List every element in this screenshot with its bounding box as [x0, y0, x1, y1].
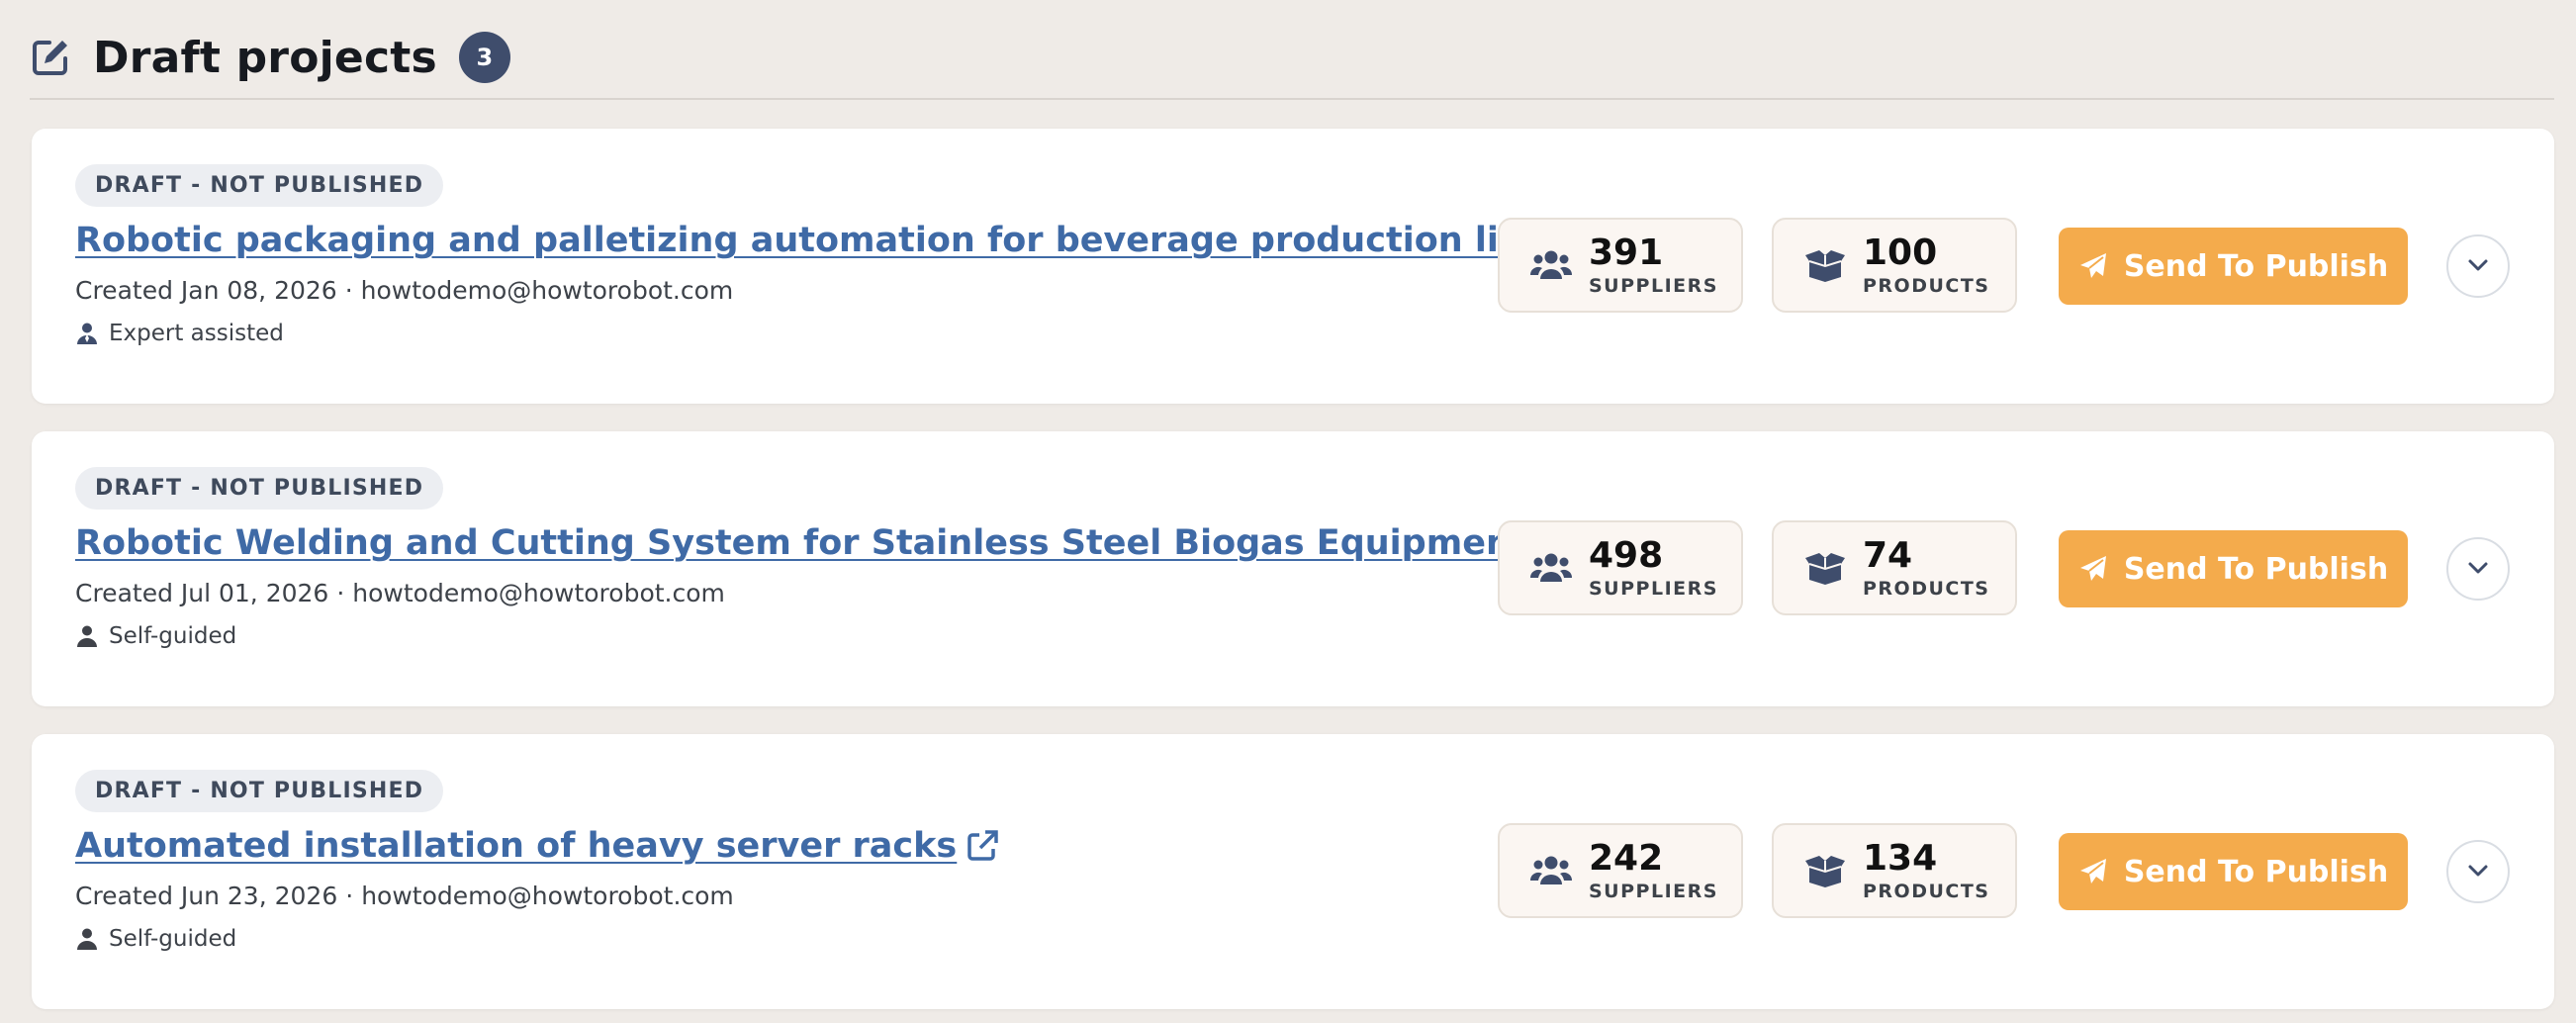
project-info: DRAFT - NOT PUBLISHED Automated installa…: [75, 770, 1500, 952]
project-info: DRAFT - NOT PUBLISHED Robotic Welding an…: [75, 467, 1569, 649]
project-card: DRAFT - NOT PUBLISHED Robotic packaging …: [32, 129, 2554, 404]
products-count: 134: [1863, 837, 1938, 879]
user-icon: [75, 927, 99, 951]
project-meta: Created Jun 23, 2026 · howtodemo@howtorobo…: [75, 882, 734, 910]
products-label: PRODUCTS: [1863, 577, 1990, 600]
guidance-mode: Self-guided: [75, 623, 1500, 649]
send-to-publish-label: Send To Publish: [2123, 551, 2389, 587]
project-title-link[interactable]: Robotic packaging and palletizing automa…: [75, 221, 1547, 260]
suppliers-count: 498: [1589, 534, 1664, 576]
box-icon: [1803, 851, 1847, 890]
expand-button[interactable]: [2446, 234, 2510, 298]
products-stat[interactable]: 134 PRODUCTS: [1772, 823, 2017, 918]
paper-plane-icon: [2078, 251, 2108, 281]
products-stat[interactable]: 74 PRODUCTS: [1772, 520, 2017, 615]
project-meta: Created Jan 08, 2026 · howtodemo@howtorobo…: [75, 276, 734, 305]
products-count: 100: [1863, 232, 1938, 273]
suppliers-stat[interactable]: 242 SUPPLIERS: [1498, 823, 1743, 918]
external-link-icon[interactable]: [965, 828, 1000, 864]
send-to-publish-label: Send To Publish: [2123, 854, 2389, 889]
project-title-row: Robotic Welding and Cutting System for S…: [75, 523, 1569, 563]
guidance-label: Expert assisted: [109, 321, 284, 346]
user-icon: [75, 624, 99, 648]
guidance-label: Self-guided: [109, 623, 237, 649]
suppliers-label: SUPPLIERS: [1589, 274, 1718, 297]
project-info: DRAFT - NOT PUBLISHED Robotic packaging …: [75, 164, 1589, 346]
products-label: PRODUCTS: [1863, 880, 1990, 902]
header-divider: [30, 98, 2554, 100]
created-date: Created Jan 08, 2026: [75, 276, 337, 305]
created-date: Created Jun 23, 2026: [75, 882, 338, 910]
suppliers-count: 391: [1589, 232, 1664, 273]
project-count-badge: 3: [458, 32, 510, 83]
project-title-link[interactable]: Automated installation of heavy server r…: [75, 826, 957, 866]
owner-email: howtodemo@howtorobot.com: [352, 579, 725, 607]
draft-projects-page: Draft projects 3 DRAFT - NOT PUBLISHED R…: [0, 0, 2576, 1023]
suppliers-label: SUPPLIERS: [1589, 880, 1718, 902]
users-icon: [1529, 548, 1573, 588]
status-badge: DRAFT - NOT PUBLISHED: [75, 164, 444, 207]
project-title-link[interactable]: Robotic Welding and Cutting System for S…: [75, 523, 1527, 563]
project-meta: Created Jul 01, 2026 · howtodemo@howtorobo…: [75, 579, 725, 607]
chevron-down-icon: [2467, 257, 2489, 276]
guidance-label: Self-guided: [109, 926, 237, 952]
send-to-publish-button[interactable]: Send To Publish: [2059, 833, 2408, 910]
status-badge: DRAFT - NOT PUBLISHED: [75, 467, 444, 510]
suppliers-count: 242: [1589, 837, 1664, 879]
send-to-publish-button[interactable]: Send To Publish: [2059, 530, 2408, 607]
paper-plane-icon: [2078, 857, 2108, 886]
send-to-publish-button[interactable]: Send To Publish: [2059, 228, 2408, 305]
project-card: DRAFT - NOT PUBLISHED Automated installa…: [32, 734, 2554, 1009]
suppliers-label: SUPPLIERS: [1589, 577, 1718, 600]
guidance-mode: Self-guided: [75, 926, 1500, 952]
users-icon: [1529, 851, 1573, 890]
status-badge: DRAFT - NOT PUBLISHED: [75, 770, 444, 812]
expand-button[interactable]: [2446, 840, 2510, 903]
chevron-down-icon: [2467, 560, 2489, 579]
send-to-publish-label: Send To Publish: [2123, 248, 2389, 284]
page-title: Draft projects: [93, 32, 437, 83]
suppliers-stat[interactable]: 498 SUPPLIERS: [1498, 520, 1743, 615]
project-card: DRAFT - NOT PUBLISHED Robotic Welding an…: [32, 431, 2554, 706]
chevron-down-icon: [2467, 863, 2489, 882]
project-title-row: Automated installation of heavy server r…: [75, 826, 1500, 866]
products-stat[interactable]: 100 PRODUCTS: [1772, 218, 2017, 313]
users-icon: [1529, 245, 1573, 285]
products-label: PRODUCTS: [1863, 274, 1990, 297]
paper-plane-icon: [2078, 554, 2108, 584]
expand-button[interactable]: [2446, 537, 2510, 601]
guidance-mode: Expert assisted: [75, 321, 1500, 346]
project-title-row: Robotic packaging and palletizing automa…: [75, 221, 1589, 260]
products-count: 74: [1863, 534, 1913, 576]
box-icon: [1803, 548, 1847, 588]
edit-icon: [30, 37, 71, 78]
expert-user-icon: [75, 322, 99, 345]
created-date: Created Jul 01, 2026: [75, 579, 329, 607]
box-icon: [1803, 245, 1847, 285]
owner-email: howtodemo@howtorobot.com: [361, 882, 734, 910]
suppliers-stat[interactable]: 391 SUPPLIERS: [1498, 218, 1743, 313]
section-header: Draft projects 3: [30, 18, 2554, 97]
owner-email: howtodemo@howtorobot.com: [360, 276, 734, 305]
